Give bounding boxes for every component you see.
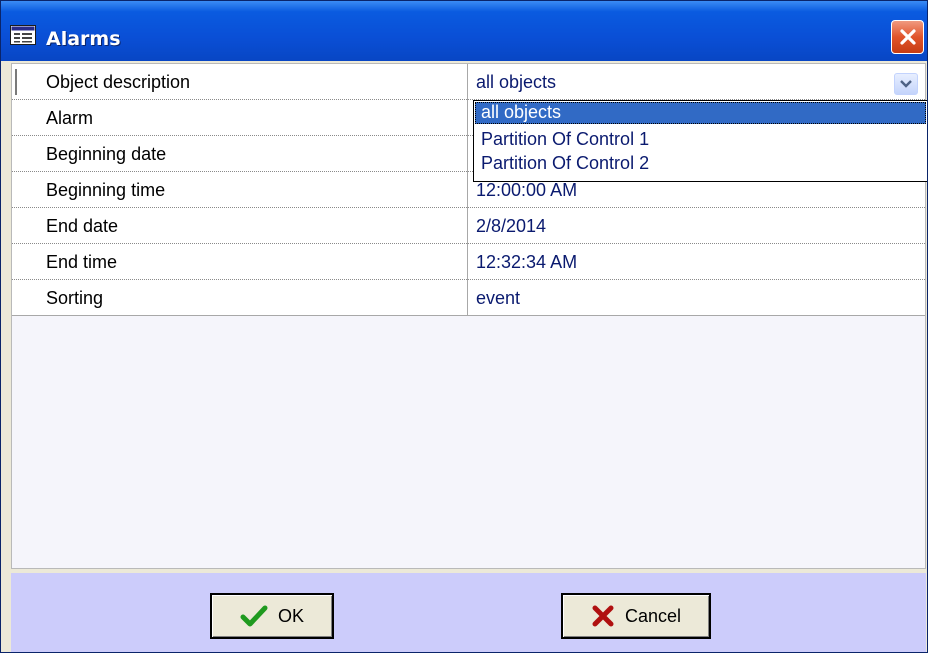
x-cross-icon	[592, 605, 614, 627]
cancel-button[interactable]: Cancel	[561, 593, 711, 639]
row-focus-marker	[15, 69, 17, 95]
property-value[interactable]: 12:32:34 AM	[476, 252, 577, 273]
column-divider	[467, 100, 468, 136]
window-title: Alarms	[46, 28, 121, 50]
property-label: Sorting	[46, 288, 104, 308]
window-list-icon	[10, 25, 36, 45]
row-object-description[interactable]: Object description all objects	[12, 64, 925, 100]
object-description-dropdown-list[interactable]: all objects Partition Of Control 1 Parti…	[473, 100, 927, 182]
ok-label: OK	[277, 605, 304, 626]
property-label: Beginning time	[46, 180, 166, 200]
property-label: End date	[46, 216, 119, 236]
property-label: Object description	[46, 72, 191, 92]
chevron-down-icon	[900, 80, 912, 88]
column-divider	[467, 280, 468, 316]
button-bar: OK Cancel	[11, 573, 926, 652]
property-label: End time	[46, 252, 118, 272]
title-bar[interactable]: Alarms	[1, 1, 927, 61]
property-value[interactable]: event	[476, 288, 520, 309]
dropdown-option[interactable]: Partition Of Control 1	[475, 129, 926, 151]
dropdown-option[interactable]: Partition Of Control 2	[475, 153, 926, 175]
row-end-time[interactable]: End time 12:32:34 AM	[12, 244, 925, 280]
object-description-combo[interactable]: all objects	[476, 72, 556, 93]
property-value[interactable]: 2/8/2014	[476, 216, 546, 237]
property-value[interactable]: 12:00:00 AM	[476, 180, 577, 201]
dropdown-option[interactable]: all objects	[475, 102, 926, 124]
alarms-dialog: Alarms Object description all objects Al…	[0, 0, 928, 653]
row-end-date[interactable]: End date 2/8/2014	[12, 208, 925, 244]
combo-dropdown-button[interactable]	[894, 73, 918, 95]
column-divider	[467, 244, 468, 280]
ok-button[interactable]: OK	[210, 593, 334, 639]
close-button[interactable]	[891, 20, 924, 54]
column-divider	[467, 172, 468, 208]
column-divider	[467, 208, 468, 244]
row-sorting[interactable]: Sorting event	[12, 280, 925, 316]
close-icon	[899, 29, 916, 45]
cancel-label: Cancel	[624, 605, 682, 626]
checkmark-icon	[240, 605, 268, 627]
column-divider	[467, 64, 468, 100]
column-divider	[467, 136, 468, 172]
property-label: Alarm	[46, 108, 94, 128]
property-label: Beginning date	[46, 144, 167, 164]
